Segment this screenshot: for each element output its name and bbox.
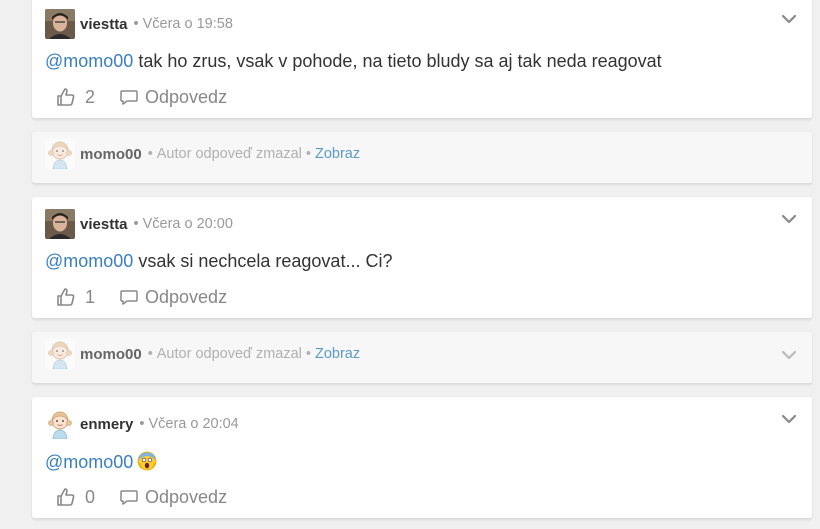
separator-dot: • [305,146,311,162]
speech-bubble-icon [119,87,139,107]
chevron-down-icon[interactable] [780,348,798,362]
comment-header: momo00 • Autor odpoveď zmazal • Zobraz [45,139,360,169]
author-name[interactable]: momo00 [80,146,142,163]
mention-link[interactable]: @momo00 [45,251,133,271]
reply-label: Odpovedz [145,86,228,107]
speech-bubble-icon [119,287,139,307]
reply-button[interactable]: Odpovedz [119,87,227,108]
show-link[interactable]: Zobraz [315,146,360,162]
comment-text: @momo00 vsak si nechcela reagovat... Ci? [45,251,393,271]
timestamp: • Včera o 19:58 [133,16,233,32]
avatar[interactable] [45,409,75,439]
reply-button[interactable]: Odpovedz [119,287,227,308]
like-button[interactable]: 0 [56,487,95,508]
thumbs-up-icon [56,287,76,307]
like-count: 2 [85,86,96,107]
deleted-status: • Autor odpoveď zmazal [147,346,302,362]
comment-actions: 1 Odpovedz [56,286,227,308]
comment-card: enmery • Včera o 20:04 @momo00 0 Odpovedz [32,397,812,519]
comment-card: viestta • Včera o 19:58 @momo00 tak ho zr… [32,0,812,119]
comment-header: viestta • Včera o 19:58 [45,9,233,39]
avatar[interactable] [45,139,75,169]
deleted-status: • Autor odpoveď zmazal [147,146,302,162]
reply-label: Odpovedz [145,486,228,507]
like-count: 0 [85,486,96,507]
avatar[interactable] [45,9,75,39]
comment-actions: 0 Odpovedz [56,486,227,508]
reply-label: Odpovedz [145,286,228,307]
speech-bubble-icon [119,487,139,507]
separator-dot: • [305,346,311,362]
timestamp: • Včera o 20:00 [133,216,233,232]
like-count: 1 [85,286,96,307]
comment-text: @momo00 tak ho zrus, vsak v pohode, na t… [45,51,662,71]
timestamp: • Včera o 20:04 [139,416,239,432]
deleted-comment-card: momo00 • Autor odpoveď zmazal • Zobraz [32,332,812,384]
comment-header: enmery • Včera o 20:04 [45,409,239,439]
chevron-down-icon[interactable] [780,412,798,426]
author-name[interactable]: enmery [80,416,133,433]
author-name[interactable]: viestta [80,216,128,233]
author-name[interactable]: momo00 [80,346,142,363]
avatar[interactable] [45,209,75,239]
comment-actions: 2 Odpovedz [56,86,227,108]
comment-text: @momo00 [45,451,157,476]
author-name[interactable]: viestta [80,16,128,33]
show-link[interactable]: Zobraz [315,346,360,362]
avatar[interactable] [45,339,75,369]
chevron-down-icon[interactable] [780,212,798,226]
deleted-comment-card: momo00 • Autor odpoveď zmazal • Zobraz [32,132,812,184]
comment-header: momo00 • Autor odpoveď zmazal • Zobraz [45,339,360,369]
mention-link[interactable]: @momo00 [45,452,133,472]
chevron-down-icon[interactable] [780,12,798,26]
reply-button[interactable]: Odpovedz [119,487,227,508]
thumbs-up-icon [56,87,76,107]
comment-header: viestta • Včera o 20:00 [45,209,233,239]
thumbs-up-icon [56,487,76,507]
like-button[interactable]: 1 [56,287,95,308]
mention-link[interactable]: @momo00 [45,51,133,71]
face-screaming-in-fear-icon [137,451,157,476]
comment-card: viestta • Včera o 20:00 @momo00 vsak si n… [32,197,812,319]
like-button[interactable]: 2 [56,87,95,108]
